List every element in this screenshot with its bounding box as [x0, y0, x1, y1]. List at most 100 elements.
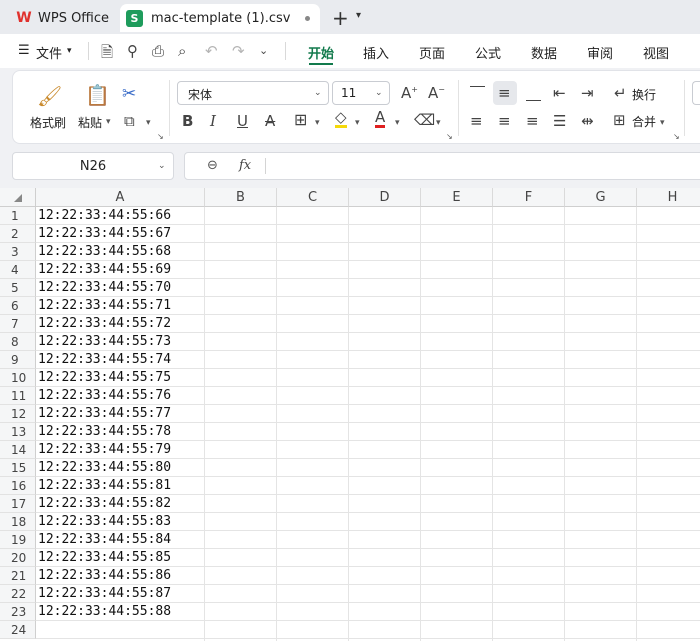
- cell-a[interactable]: 12:22:33:44:55:84: [38, 531, 171, 549]
- merge-button[interactable]: 合并: [632, 113, 656, 130]
- menu-file-chevron-icon[interactable]: ▾: [67, 46, 72, 56]
- paste-icon[interactable]: 📋: [85, 83, 110, 107]
- row-header[interactable]: 17: [0, 495, 36, 513]
- column-header-f[interactable]: F: [493, 188, 565, 207]
- cell-a[interactable]: 12:22:33:44:55:88: [38, 603, 171, 621]
- eraser-chevron-icon[interactable]: ▾: [436, 118, 441, 128]
- cell-a[interactable]: 12:22:33:44:55:69: [38, 261, 171, 279]
- fx-icon[interactable]: fx: [239, 158, 251, 173]
- format-painter-button[interactable]: 格式刷: [30, 114, 66, 131]
- font-color-icon[interactable]: A: [375, 110, 386, 128]
- wrap-text-button[interactable]: 换行: [632, 86, 656, 103]
- share-icon[interactable]: ⚲: [127, 42, 138, 60]
- merge-chevron-icon[interactable]: ▾: [660, 118, 665, 128]
- decrease-indent-icon[interactable]: ⇤: [553, 84, 566, 102]
- borders-chevron-icon[interactable]: ▾: [315, 118, 320, 128]
- zoom-search-icon[interactable]: ⊖: [207, 158, 218, 173]
- borders-icon[interactable]: ⊞: [294, 110, 307, 129]
- tab-review[interactable]: 审阅: [587, 43, 613, 62]
- chevron-down-icon[interactable]: ⌄: [314, 88, 322, 98]
- strikethrough-icon[interactable]: A: [265, 112, 275, 130]
- cell-a[interactable]: 12:22:33:44:55:76: [38, 387, 171, 405]
- row-header[interactable]: 7: [0, 315, 36, 333]
- chevron-down-icon[interactable]: ▾: [356, 10, 361, 21]
- cell-a[interactable]: 12:22:33:44:55:67: [38, 225, 171, 243]
- row-header[interactable]: 23: [0, 603, 36, 621]
- cell-a[interactable]: 12:22:33:44:55:80: [38, 459, 171, 477]
- row-header[interactable]: 5: [0, 279, 36, 297]
- cell-a[interactable]: 12:22:33:44:55:70: [38, 279, 171, 297]
- cell-a[interactable]: 12:22:33:44:55:86: [38, 567, 171, 585]
- formula-input[interactable]: ⊖ fx: [184, 152, 700, 180]
- cell-a[interactable]: 12:22:33:44:55:71: [38, 297, 171, 315]
- row-header[interactable]: 15: [0, 459, 36, 477]
- cell-a[interactable]: 12:22:33:44:55:85: [38, 549, 171, 567]
- clipboard-expand-icon[interactable]: ↘: [157, 132, 164, 141]
- cut-icon[interactable]: ✂: [122, 84, 136, 104]
- eraser-icon[interactable]: ⌫: [414, 111, 435, 129]
- spreadsheet-grid[interactable]: A B C D E F G H 1 12:22:33:44:55:66 2 12:22:33:44:5…: [0, 188, 700, 641]
- decrease-font-icon[interactable]: A−: [428, 84, 445, 102]
- name-box[interactable]: N26: [12, 152, 174, 180]
- redo-icon[interactable]: ↷: [232, 42, 245, 60]
- cell-a[interactable]: 12:22:33:44:55:78: [38, 423, 171, 441]
- cell-a[interactable]: 12:22:33:44:55:81: [38, 477, 171, 495]
- row-header[interactable]: 8: [0, 333, 36, 351]
- number-format-select[interactable]: [692, 81, 700, 105]
- align-top-icon[interactable]: ⎺: [470, 84, 485, 102]
- align-center-icon[interactable]: ≡: [498, 112, 511, 130]
- cell-a[interactable]: 12:22:33:44:55:74: [38, 351, 171, 369]
- column-header-e[interactable]: E: [421, 188, 493, 207]
- row-header[interactable]: 21: [0, 567, 36, 585]
- cell-a[interactable]: 12:22:33:44:55:73: [38, 333, 171, 351]
- save-icon[interactable]: 🗎: [101, 42, 113, 67]
- tab-formula[interactable]: 公式: [475, 43, 501, 62]
- cell-a[interactable]: 12:22:33:44:55:72: [38, 315, 171, 333]
- cell-a[interactable]: 12:22:33:44:55:82: [38, 495, 171, 513]
- row-header[interactable]: 3: [0, 243, 36, 261]
- underline-icon[interactable]: U: [237, 112, 248, 130]
- font-expand-icon[interactable]: ↘: [446, 132, 453, 141]
- tab-home[interactable]: 开始: [308, 43, 334, 62]
- row-header[interactable]: 11: [0, 387, 36, 405]
- align-right-icon[interactable]: ≡: [526, 112, 539, 130]
- hamburger-icon[interactable]: ☰: [18, 43, 30, 58]
- wrap-text-icon[interactable]: ↵: [614, 84, 627, 102]
- justify-icon[interactable]: ☰: [553, 112, 566, 130]
- cell-a[interactable]: 12:22:33:44:55:83: [38, 513, 171, 531]
- row-header[interactable]: 2: [0, 225, 36, 243]
- cell-a[interactable]: 12:22:33:44:55:77: [38, 405, 171, 423]
- font-color-chevron-icon[interactable]: ▾: [395, 118, 400, 128]
- row-header[interactable]: 20: [0, 549, 36, 567]
- italic-icon[interactable]: I: [210, 112, 216, 130]
- copy-icon[interactable]: ⧉: [124, 112, 135, 130]
- row-header[interactable]: 16: [0, 477, 36, 495]
- print-icon[interactable]: ⎙: [152, 42, 164, 60]
- cell-a[interactable]: 12:22:33:44:55:66: [38, 207, 171, 225]
- format-painter-icon[interactable]: 🖌: [37, 84, 62, 108]
- new-tab-plus-icon[interactable]: +: [332, 6, 349, 30]
- more-chevron-icon[interactable]: ⌄: [259, 44, 268, 57]
- column-header-c[interactable]: C: [277, 188, 349, 207]
- tab-file[interactable]: S mac-template (1).csv: [120, 4, 320, 32]
- fill-chevron-icon[interactable]: ▾: [355, 118, 360, 128]
- merge-cells-icon[interactable]: ⊞: [613, 111, 626, 129]
- row-header[interactable]: 24: [0, 621, 36, 639]
- unsaved-dot-icon[interactable]: [305, 16, 310, 21]
- column-header-h[interactable]: H: [637, 188, 700, 207]
- row-header[interactable]: 13: [0, 423, 36, 441]
- fill-color-icon[interactable]: ◇: [335, 110, 347, 128]
- tab-view[interactable]: 视图: [643, 43, 669, 62]
- undo-icon[interactable]: ↶: [205, 42, 218, 60]
- tab-wps-home[interactable]: W WPS Office: [6, 4, 116, 32]
- menu-file[interactable]: 文件: [36, 43, 62, 62]
- row-header[interactable]: 18: [0, 513, 36, 531]
- cell-a[interactable]: 12:22:33:44:55:87: [38, 585, 171, 603]
- cell-a[interactable]: 12:22:33:44:55:68: [38, 243, 171, 261]
- cell-a[interactable]: 12:22:33:44:55:79: [38, 441, 171, 459]
- row-header[interactable]: 19: [0, 531, 36, 549]
- row-header[interactable]: 4: [0, 261, 36, 279]
- paste-button[interactable]: 粘贴: [78, 114, 102, 131]
- column-header-d[interactable]: D: [349, 188, 421, 207]
- bold-icon[interactable]: B: [182, 112, 193, 130]
